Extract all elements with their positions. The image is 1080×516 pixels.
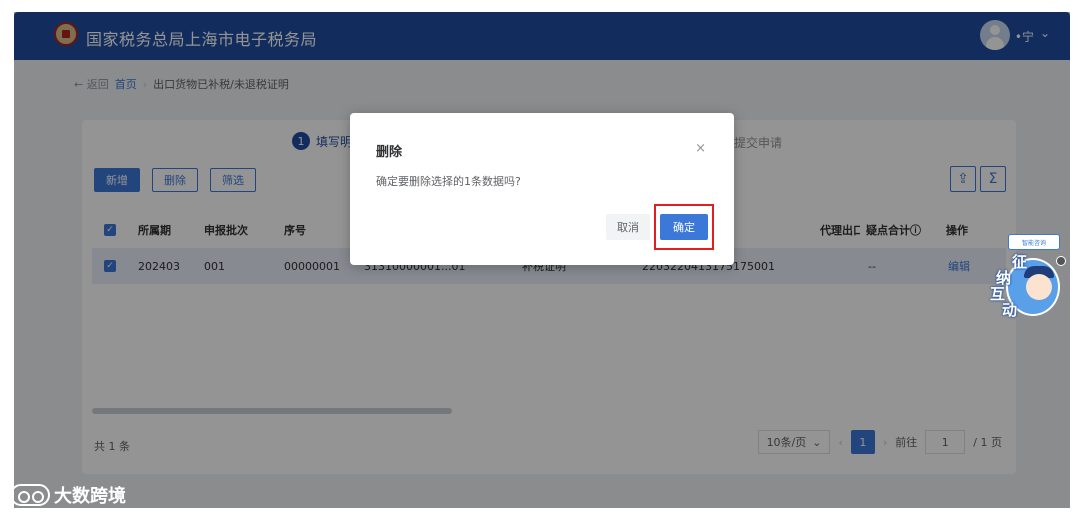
mascot-close-icon[interactable] [1056, 256, 1066, 266]
watermark-logo-icon [10, 484, 50, 506]
confirm-button[interactable]: 确定 [660, 214, 708, 240]
dialog-title: 删除 [376, 145, 403, 160]
app-root: 国家税务总局上海市电子税务局 •宁 ⌄ ← 返回 首页 › 出口货物已补税/未退… [0, 0, 1080, 516]
dialog-message: 确定要删除选择的1条数据吗? [376, 175, 521, 188]
mascot-text-3: 互 [990, 285, 1006, 303]
close-icon[interactable]: × [695, 141, 706, 156]
mascot-tag[interactable]: 智能咨询 [1008, 234, 1060, 250]
mascot-text-1: 征 [1012, 253, 1028, 271]
mascot-text: 征 纳 互 动 [990, 254, 1027, 318]
delete-confirm-dialog: 删除 × 确定要删除选择的1条数据吗? 取消 确定 [350, 113, 734, 265]
watermark: 大数跨境 [10, 482, 126, 508]
watermark-text: 大数跨境 [54, 486, 126, 507]
cancel-button[interactable]: 取消 [606, 214, 650, 240]
mascot-face-icon [1026, 274, 1052, 300]
mascot-text-4: 动 [1002, 301, 1018, 319]
mascot-text-2: 纳 [996, 269, 1012, 287]
